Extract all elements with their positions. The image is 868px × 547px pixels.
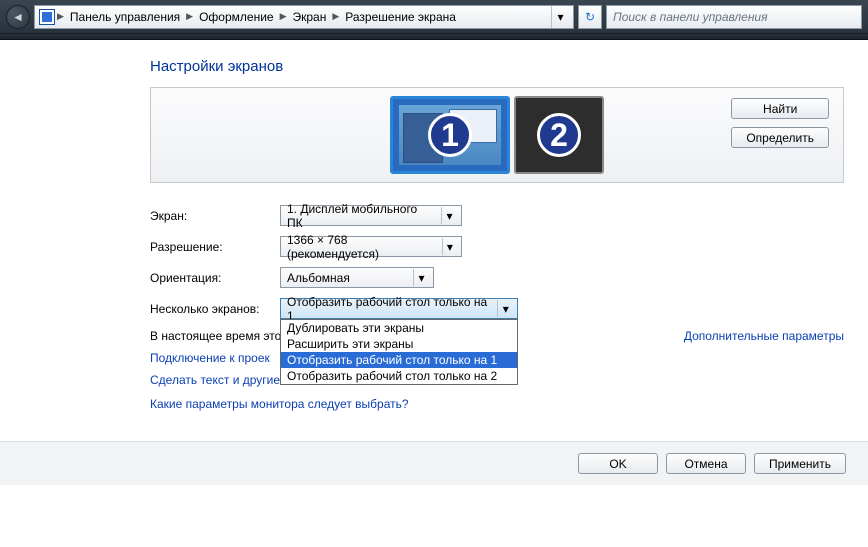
multiple-displays-option[interactable]: Дублировать эти экраны bbox=[281, 320, 517, 336]
address-bar: ◄ ▶ Панель управления ▶ Оформление ▶ Экр… bbox=[0, 0, 868, 34]
display-preview-panel: 1 2 Найти Определить bbox=[150, 87, 844, 183]
resolution-select-value: 1366 × 768 (рекомендуется) bbox=[287, 233, 436, 261]
chevron-right-icon[interactable]: ▶ bbox=[332, 11, 339, 22]
breadcrumb-item[interactable]: Экран bbox=[289, 10, 331, 24]
search-placeholder: Поиск в панели управления bbox=[613, 10, 768, 24]
multiple-displays-option[interactable]: Отобразить рабочий стол только на 1 bbox=[281, 352, 517, 368]
chevron-right-icon[interactable]: ▶ bbox=[57, 11, 64, 22]
label-orientation: Ориентация: bbox=[150, 271, 280, 285]
breadcrumb-dropdown[interactable]: ▾ bbox=[551, 6, 569, 28]
screen-select-value: 1. Дисплей мобильного ПК bbox=[287, 202, 435, 230]
chevron-right-icon[interactable]: ▶ bbox=[186, 11, 193, 22]
monitor-1[interactable]: 1 bbox=[390, 96, 510, 174]
monitor-number: 1 bbox=[428, 113, 472, 157]
row-orientation: Ориентация: Альбомная ▾ bbox=[150, 267, 844, 288]
breadcrumb-item[interactable]: Разрешение экрана bbox=[341, 10, 460, 24]
detect-button[interactable]: Найти bbox=[731, 98, 829, 119]
multiple-displays-options: Дублировать эти экраныРасширить эти экра… bbox=[280, 319, 518, 385]
breadcrumb-item[interactable]: Оформление bbox=[195, 10, 277, 24]
ok-button[interactable]: OK bbox=[578, 453, 658, 474]
resolution-select[interactable]: 1366 × 768 (рекомендуется) ▾ bbox=[280, 236, 462, 257]
chevron-down-icon: ▾ bbox=[413, 269, 429, 286]
cancel-button[interactable]: Отмена bbox=[666, 453, 746, 474]
refresh-button[interactable]: ↻ bbox=[578, 5, 602, 29]
monitor-2[interactable]: 2 bbox=[514, 96, 604, 174]
breadcrumb[interactable]: ▶ Панель управления ▶ Оформление ▶ Экран… bbox=[34, 5, 574, 29]
multiple-displays-option[interactable]: Расширить эти экраны bbox=[281, 336, 517, 352]
faq-link[interactable]: Какие параметры монитора следует выбрать… bbox=[150, 397, 844, 411]
advanced-settings-link[interactable]: Дополнительные параметры bbox=[684, 329, 844, 343]
orientation-select-value: Альбомная bbox=[287, 271, 350, 285]
page-title: Настройки экранов bbox=[150, 58, 844, 75]
label-multiple-displays: Несколько экранов: bbox=[150, 302, 280, 316]
screen-select[interactable]: 1. Дисплей мобильного ПК ▾ bbox=[280, 205, 462, 226]
orientation-select[interactable]: Альбомная ▾ bbox=[280, 267, 434, 288]
control-panel-icon bbox=[39, 9, 55, 25]
dialog-footer: OK Отмена Применить bbox=[0, 441, 868, 485]
chevron-down-icon: ▾ bbox=[441, 207, 457, 224]
chevron-right-icon[interactable]: ▶ bbox=[280, 11, 287, 22]
multiple-displays-option[interactable]: Отобразить рабочий стол только на 2 bbox=[281, 368, 517, 384]
row-multiple-displays: Несколько экранов: Отобразить рабочий ст… bbox=[150, 298, 844, 319]
apply-button[interactable]: Применить bbox=[754, 453, 846, 474]
search-input[interactable]: Поиск в панели управления bbox=[606, 5, 862, 29]
identify-button[interactable]: Определить bbox=[731, 127, 829, 148]
label-screen: Экран: bbox=[150, 209, 280, 223]
row-resolution: Разрешение: 1366 × 768 (рекомендуется) ▾ bbox=[150, 236, 844, 257]
projector-link[interactable]: Подключение к проек bbox=[150, 351, 270, 365]
preview-side-buttons: Найти Определить bbox=[731, 98, 829, 148]
nav-back-button[interactable]: ◄ bbox=[6, 5, 30, 29]
monitor-icons: 1 2 bbox=[390, 96, 604, 174]
chevron-down-icon: ▾ bbox=[497, 300, 513, 317]
multiple-displays-select[interactable]: Отобразить рабочий стол только на 1 ▾ Ду… bbox=[280, 298, 518, 319]
chevron-down-icon: ▾ bbox=[442, 238, 457, 255]
breadcrumb-item[interactable]: Панель управления bbox=[66, 10, 184, 24]
content-area: Настройки экранов 1 2 Найти Определить Э… bbox=[0, 40, 868, 411]
settings-form: Экран: 1. Дисплей мобильного ПК ▾ Разреш… bbox=[150, 205, 844, 411]
row-screen: Экран: 1. Дисплей мобильного ПК ▾ bbox=[150, 205, 844, 226]
status-text: В настоящее время это bbox=[150, 329, 281, 343]
label-resolution: Разрешение: bbox=[150, 240, 280, 254]
monitor-number: 2 bbox=[537, 113, 581, 157]
